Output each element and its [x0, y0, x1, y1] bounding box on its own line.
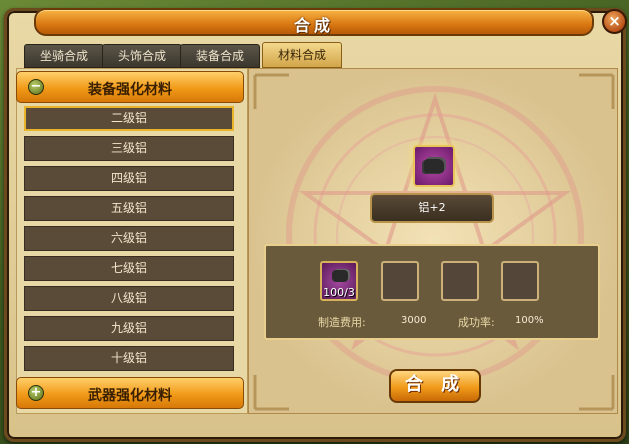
- success-rate-value: 100%: [515, 315, 544, 326]
- list-item[interactable]: 七级铝: [24, 256, 234, 281]
- ore-icon: [332, 270, 348, 282]
- list-item[interactable]: 六级铝: [24, 226, 234, 251]
- category-label: 武器强化材料: [88, 388, 172, 404]
- category-label: 装备强化材料: [88, 82, 172, 98]
- list-item[interactable]: 四级铝: [24, 166, 234, 191]
- target-item-name: 铝+2: [370, 193, 494, 223]
- synthesis-area: [248, 68, 618, 414]
- material-slot-3[interactable]: [441, 261, 479, 301]
- list-item[interactable]: 八级铝: [24, 286, 234, 311]
- materials-panel: [264, 244, 600, 340]
- magic-circle-icon: [249, 69, 617, 413]
- category-weapon-materials[interactable]: + 武器强化材料: [16, 377, 244, 409]
- list-item[interactable]: 三级铝: [24, 136, 234, 161]
- tab-mount-synthesis[interactable]: 坐骑合成: [24, 44, 104, 68]
- list-item[interactable]: 九级铝: [24, 316, 234, 341]
- title-bar: 合成: [34, 8, 594, 36]
- close-icon[interactable]: ×: [602, 9, 627, 34]
- target-item-slot[interactable]: [413, 145, 455, 187]
- tab-equipment-synthesis[interactable]: 装备合成: [180, 44, 260, 68]
- list-item[interactable]: 五级铝: [24, 196, 234, 221]
- material-slot-2[interactable]: [381, 261, 419, 301]
- ore-icon: [424, 159, 444, 173]
- tab-material-synthesis[interactable]: 材料合成: [262, 42, 342, 68]
- tab-headwear-synthesis[interactable]: 头饰合成: [102, 44, 182, 68]
- material-slot-1[interactable]: 100/3: [320, 261, 358, 301]
- material-count: 100/3: [323, 286, 355, 299]
- list-item[interactable]: 十级铝: [24, 346, 234, 371]
- cost-value: 3000: [401, 315, 427, 326]
- window-title: 合成: [293, 16, 334, 35]
- success-rate-label: 成功率:: [458, 316, 495, 329]
- cost-label: 制造费用:: [318, 316, 366, 329]
- category-equipment-materials[interactable]: − 装备强化材料: [16, 71, 244, 103]
- material-slot-4[interactable]: [501, 261, 539, 301]
- compose-button[interactable]: 合 成: [389, 369, 481, 403]
- list-item[interactable]: 二级铝: [24, 106, 234, 131]
